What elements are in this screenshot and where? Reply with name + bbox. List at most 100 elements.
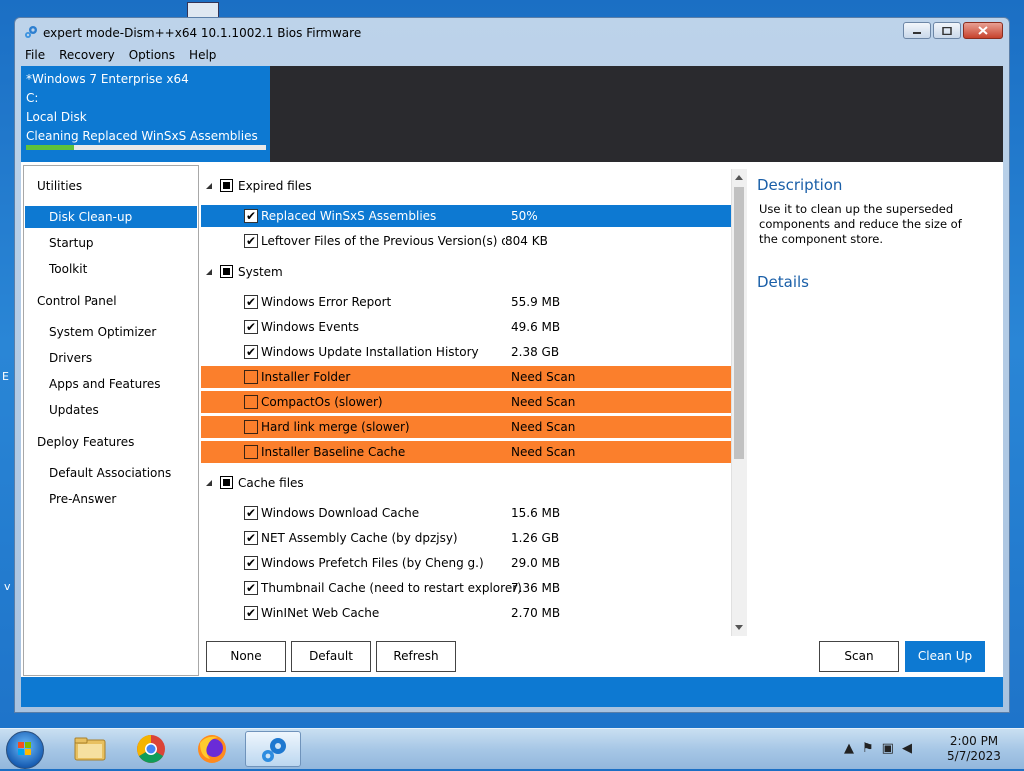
taskbar-dism[interactable] — [245, 731, 301, 767]
list-item[interactable]: ✔ Windows Prefetch Files (by Cheng g.) 2… — [201, 552, 731, 574]
item-checkbox[interactable]: ✔ — [244, 581, 258, 595]
session-status-panel[interactable]: *Windows 7 Enterprise x64 C: Local Disk … — [21, 66, 270, 162]
menu-file[interactable]: File — [25, 46, 45, 65]
window-title: expert mode-Dism++x64 10.1.1002.1 Bios F… — [43, 26, 362, 40]
group-label: Cache files — [238, 476, 304, 490]
list-item[interactable]: Installer Baseline Cache Need Scan — [201, 441, 731, 463]
item-checkbox[interactable] — [244, 370, 258, 384]
sidebar-item-default-associations[interactable]: Default Associations — [25, 462, 197, 484]
sidebar-item-system-optimizer[interactable]: System Optimizer — [25, 321, 197, 343]
item-checkbox[interactable]: ✔ — [244, 345, 258, 359]
desktop-fragment: v — [4, 580, 11, 593]
maximize-icon — [942, 26, 952, 35]
item-checkbox[interactable] — [244, 420, 258, 434]
scroll-down-icon[interactable] — [735, 625, 743, 630]
item-checkbox[interactable]: ✔ — [244, 295, 258, 309]
list-scrollbar[interactable] — [731, 169, 747, 636]
item-size: 49.6 MB — [511, 320, 561, 334]
item-checkbox[interactable]: ✔ — [244, 556, 258, 570]
list-item[interactable]: ✔ Windows Download Cache 15.6 MB — [201, 502, 731, 524]
clean-up-button[interactable]: Clean Up — [905, 641, 985, 672]
default-button[interactable]: Default — [291, 641, 371, 672]
close-button[interactable] — [963, 22, 1003, 39]
group-label: System — [238, 265, 283, 279]
item-name: CompactOs (slower) — [261, 395, 383, 409]
item-name: Windows Events — [261, 320, 360, 334]
close-icon — [978, 26, 988, 35]
windows-logo-icon — [18, 742, 31, 755]
menu-recovery[interactable]: Recovery — [59, 46, 115, 65]
start-button[interactable] — [6, 731, 44, 769]
list-item[interactable]: ✔ Leftover Files of the Previous Version… — [201, 230, 731, 252]
group-checkbox[interactable] — [220, 265, 233, 278]
item-checkbox[interactable] — [244, 445, 258, 459]
group-label: Expired files — [238, 179, 312, 193]
group-header[interactable]: Expired files — [201, 175, 731, 197]
none-button[interactable]: None — [206, 641, 286, 672]
item-name: NET Assembly Cache (by dpzjsy) — [261, 531, 458, 545]
collapse-triangle-icon[interactable] — [206, 183, 212, 189]
list-item[interactable]: CompactOs (slower) Need Scan — [201, 391, 731, 413]
list-item[interactable]: Hard link merge (slower) Need Scan — [201, 416, 731, 438]
taskbar-firefox[interactable] — [184, 731, 240, 767]
group-header[interactable]: System — [201, 261, 731, 283]
sidebar-item-pre-answer[interactable]: Pre-Answer — [25, 488, 197, 510]
collapse-triangle-icon[interactable] — [206, 480, 212, 486]
collapse-triangle-icon[interactable] — [206, 269, 212, 275]
taskbar-chrome[interactable] — [123, 731, 179, 767]
list-item[interactable]: ✔ Windows Update Installation History 2.… — [201, 341, 731, 363]
list-item[interactable]: ✔ Replaced WinSxS Assemblies 50% — [201, 205, 731, 227]
show-hidden-icons-icon[interactable]: ▲ — [844, 741, 854, 756]
list-item[interactable]: ✔ Windows Events 49.6 MB — [201, 316, 731, 338]
item-size: 7.36 MB — [511, 581, 561, 595]
minimize-button[interactable] — [903, 22, 931, 39]
gear-icon — [25, 26, 37, 38]
item-size: 1.26 GB — [511, 531, 560, 545]
item-checkbox[interactable]: ✔ — [244, 531, 258, 545]
item-checkbox[interactable]: ✔ — [244, 506, 258, 520]
folder-icon — [74, 737, 106, 761]
clock[interactable]: 2:00 PM 5/7/2023 — [942, 734, 1006, 764]
title-bar[interactable]: expert mode-Dism++x64 10.1.1002.1 Bios F… — [15, 18, 1009, 46]
list-item[interactable]: ✔ Windows Error Report 55.9 MB — [201, 291, 731, 313]
refresh-button[interactable]: Refresh — [376, 641, 456, 672]
volume-icon[interactable]: ◀ — [902, 741, 912, 756]
os-name: *Windows 7 Enterprise x64 — [26, 72, 189, 86]
scroll-thumb[interactable] — [734, 187, 744, 459]
sidebar-item-startup[interactable]: Startup — [25, 232, 197, 254]
item-size: 2.38 GB — [511, 345, 560, 359]
item-checkbox[interactable] — [244, 395, 258, 409]
sidebar-item-drivers[interactable]: Drivers — [25, 347, 197, 369]
list-item[interactable]: ✔ NET Assembly Cache (by dpzjsy) 1.26 GB — [201, 527, 731, 549]
sidebar-item-disk-cleanup[interactable]: Disk Clean-up — [25, 206, 197, 228]
item-checkbox[interactable]: ✔ — [244, 234, 258, 248]
group-header[interactable]: Cache files — [201, 472, 731, 494]
sidebar-header-control-panel: Control Panel — [37, 294, 117, 308]
list-item[interactable]: ✔ Thumbnail Cache (need to restart explo… — [201, 577, 731, 599]
flag-icon[interactable]: ⚑ — [862, 741, 874, 756]
network-icon[interactable]: ▣ — [882, 741, 894, 756]
item-name: Windows Update Installation History — [261, 345, 479, 359]
menu-bar: File Recovery Options Help — [15, 46, 1009, 65]
list-item[interactable]: Installer Folder Need Scan — [201, 366, 731, 388]
item-checkbox[interactable]: ✔ — [244, 209, 258, 223]
item-name: Installer Folder — [261, 370, 351, 384]
item-checkbox[interactable]: ✔ — [244, 606, 258, 620]
sidebar-header-utilities: Utilities — [37, 179, 83, 193]
sidebar-item-apps-and-features[interactable]: Apps and Features — [25, 373, 197, 395]
sidebar-item-updates[interactable]: Updates — [25, 399, 197, 421]
description-text: Use it to clean up the superseded compon… — [759, 202, 962, 246]
session-area — [270, 66, 1003, 162]
list-item[interactable]: ✔ WinINet Web Cache 2.70 MB — [201, 602, 731, 624]
sidebar-item-toolkit[interactable]: Toolkit — [25, 258, 197, 280]
menu-options[interactable]: Options — [129, 46, 175, 65]
item-checkbox[interactable]: ✔ — [244, 320, 258, 334]
menu-help[interactable]: Help — [189, 46, 216, 65]
status-bar — [21, 677, 1003, 707]
scroll-up-icon[interactable] — [735, 175, 743, 180]
group-checkbox[interactable] — [220, 179, 233, 192]
taskbar-explorer[interactable] — [62, 731, 118, 767]
maximize-button[interactable] — [933, 22, 961, 39]
group-checkbox[interactable] — [220, 476, 233, 489]
scan-button[interactable]: Scan — [819, 641, 899, 672]
